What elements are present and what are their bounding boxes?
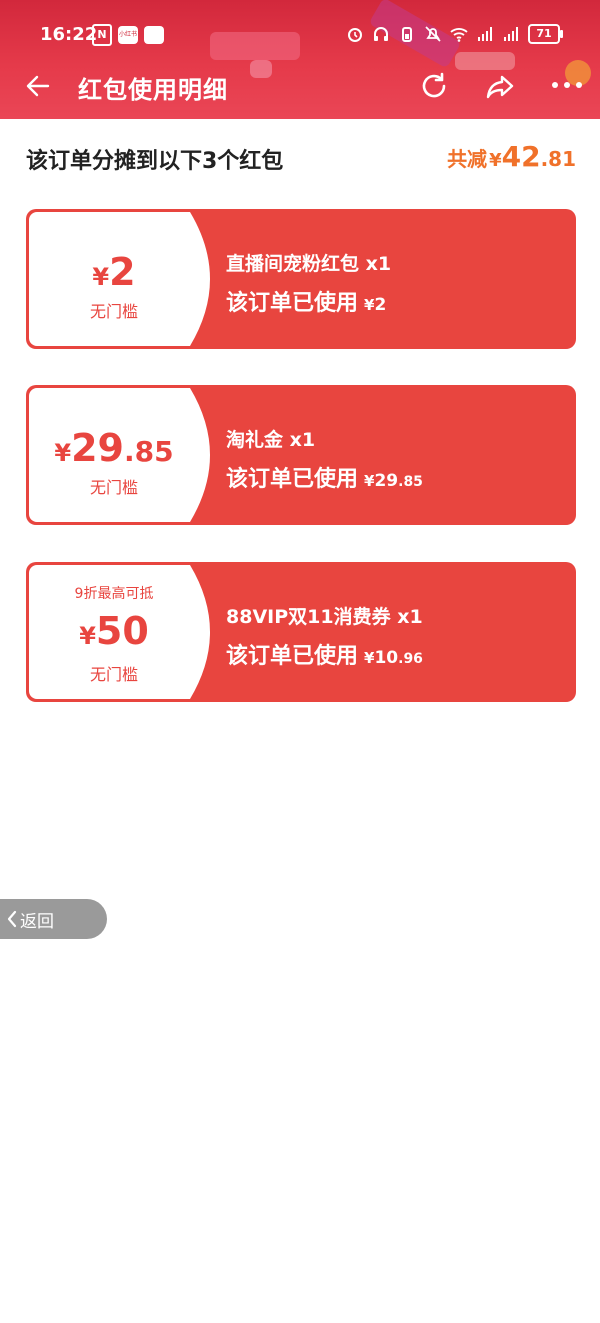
card-amount: ¥50 [29,609,199,653]
red-packet-card[interactable]: 9折最高可抵 ¥50 无门槛 88VIP双11消费券 x1 该订单已使用 ¥10.… [26,562,576,702]
used-integer: 29 [374,471,399,491]
card-condition: 无门槛 [89,665,138,684]
used-currency: ¥ [364,472,375,490]
card-condition: 无门槛 [89,302,138,321]
xiaohongshu-app-icon: 小红书 [118,26,138,44]
card-used-amount: 该订单已使用 ¥2 [226,285,386,317]
floating-back-button[interactable]: 返回 [0,899,107,939]
card-name: 88VIP双11消费券 x1 [226,606,423,628]
more-options-icon[interactable] [552,82,582,88]
used-integer: 2 [374,295,387,315]
used-currency: ¥ [364,296,375,314]
card-condition: 无门槛 [89,478,138,497]
used-label: 该订单已使用 [226,291,359,316]
headphones-icon [374,27,388,41]
back-arrow-icon[interactable] [24,72,52,100]
card-amount-panel: 9折最高可抵 ¥50 无门槛 [29,565,220,699]
card-amount-panel: ¥2 无门槛 [29,212,220,346]
status-right-icons: 71 [346,24,563,44]
total-decimal: .81 [540,147,576,171]
used-decimal: .96 [398,651,423,667]
amount-currency: ¥ [54,439,72,467]
signal-5g-icon [504,27,518,41]
status-left-icons: N 小红书 [92,24,164,46]
card-amount-panel: ¥29.85 无门槛 [29,388,220,522]
total-prefix: 共减 [447,147,488,171]
nfc-icon: N [92,24,112,46]
battery-indicator: 71 [528,24,563,44]
summary-label: 该订单分摊到以下3个红包 [26,149,284,174]
used-label: 该订单已使用 [226,467,359,492]
card-used-amount: 该订单已使用 ¥29.85 [226,461,423,493]
card-name: 淘礼金 x1 [226,429,316,451]
total-currency: ¥ [489,150,502,171]
floating-back-label: 返回 [20,911,54,932]
card-name: 直播间宠粉红包 x1 [226,253,392,275]
total-discount: 共减 ¥ 42 .81 [447,140,576,173]
used-integer: 10 [374,648,399,668]
card-cap-note: 9折最高可抵 [74,586,154,602]
card-amount: ¥2 [29,250,199,294]
app-header: 16:22 N 小红书 71 红包使用明细 [0,0,600,119]
red-packet-card[interactable]: ¥2 无门槛 直播间宠粉红包 x1 该订单已使用 ¥2 [26,209,576,349]
mute-bell-icon [425,26,441,42]
red-packet-card[interactable]: ¥29.85 无门槛 淘礼金 x1 该订单已使用 ¥29.85 [26,385,576,525]
status-time: 16:22 [40,24,98,45]
card-used-amount: 该订单已使用 ¥10.96 [226,638,423,670]
app-notification-icon [144,26,164,44]
chevron-left-icon [7,910,17,928]
summary-row: 该订单分摊到以下3个红包 共减 ¥ 42 .81 [26,140,576,180]
page-title: 红包使用明细 [78,76,228,104]
wifi-icon [450,28,468,42]
amount-integer: 29 [71,426,124,470]
refresh-icon[interactable] [418,70,450,102]
amount-integer: 2 [109,250,136,294]
used-decimal: .85 [398,474,423,490]
used-label: 该订单已使用 [226,644,359,669]
amount-integer: 50 [95,609,149,653]
share-icon[interactable] [484,70,516,102]
card-amount: ¥29.85 [29,426,199,470]
amount-decimal: .85 [123,435,174,468]
amount-currency: ¥ [92,263,110,291]
alarm-icon [348,28,362,42]
battery-saver-icon [402,27,412,42]
signal-5g-icon [478,27,492,41]
amount-currency: ¥ [79,622,96,650]
nav-bar: 红包使用明细 [0,52,600,119]
total-integer: 42 [501,140,541,173]
status-bar: 16:22 N 小红书 71 [0,0,600,52]
used-currency: ¥ [364,649,375,667]
